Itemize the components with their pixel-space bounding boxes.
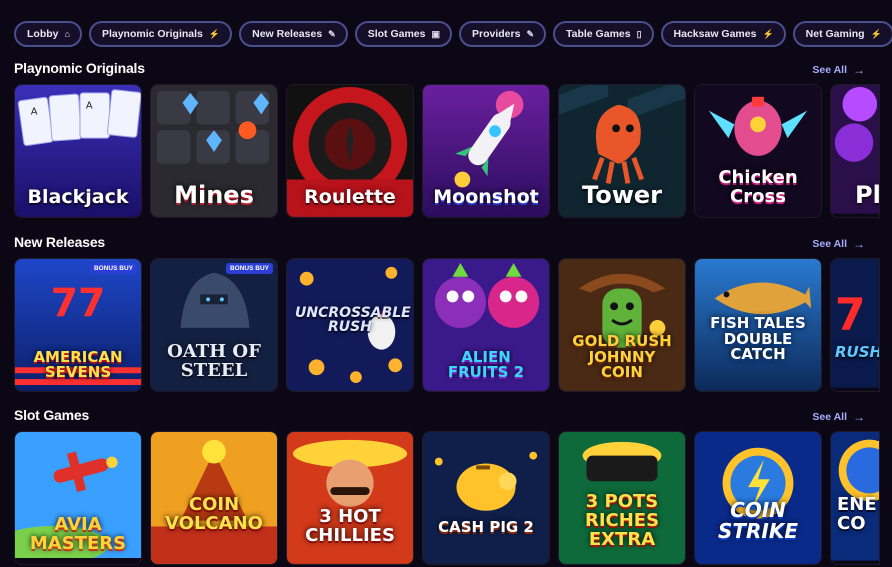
game-title: RUSH <box>835 343 880 362</box>
bonus-buy-badge: BONUS BUY <box>225 263 273 274</box>
game-tile[interactable]: Mines <box>150 84 278 218</box>
game-title: 3 HOT CHILLIES <box>305 506 395 547</box>
pill-playnomic-originals[interactable]: Playnomic Originals ⚡ <box>88 21 233 47</box>
section-title: New Releases <box>14 234 105 250</box>
slot-machine-icon: ▣ <box>431 28 440 39</box>
game-tile[interactable]: Tower <box>558 84 686 218</box>
game-thumbnail <box>423 432 549 564</box>
game-tile[interactable]: UNCROSSABLE RUSH <box>286 258 414 392</box>
bonus-buy-badge: BONUS BUY <box>89 263 137 274</box>
see-all-label: See All <box>812 238 847 250</box>
game-title: CASH PIG 2 <box>438 518 534 537</box>
lightning-icon: ⚡ <box>870 28 882 39</box>
game-tile[interactable]: 3 HOT CHILLIES <box>286 431 414 565</box>
game-title: COIN STRIKE <box>717 498 799 543</box>
svg-text:A: A <box>86 101 93 112</box>
lightning-icon: ⚡ <box>762 28 774 39</box>
home-icon: ⌂ <box>64 29 70 39</box>
game-tile[interactable]: 3 POTS RICHES EXTRA <box>558 431 686 565</box>
section-title: Playnomic Originals <box>14 60 145 76</box>
svg-text:77: 77 <box>51 280 106 326</box>
pill-hacksaw-games[interactable]: Hacksaw Games ⚡ <box>660 21 786 47</box>
pill-label: Lobby <box>27 28 59 40</box>
lightning-icon: ⚡ <box>208 28 221 39</box>
pill-new-releases[interactable]: New Releases ✎ <box>239 21 348 47</box>
category-pills: Lobby ⌂ Playnomic Originals ⚡ New Releas… <box>14 21 892 47</box>
pill-label: Net Gaming <box>805 28 865 40</box>
arrow-right-icon: → <box>853 237 865 251</box>
game-tile[interactable]: ALIEN FRUITS 2 <box>422 258 550 392</box>
game-thumbnail: 7 <box>831 259 879 388</box>
see-all-link[interactable]: See All → <box>812 237 865 251</box>
game-title: ENE CO <box>837 494 877 535</box>
pill-net-gaming[interactable]: Net Gaming ⚡ <box>792 21 892 47</box>
game-tile[interactable]: Pl <box>830 84 880 218</box>
card-icon: ▯ <box>636 28 642 39</box>
pill-providers[interactable]: Providers ✎ <box>459 21 546 47</box>
game-title: AMERICAN SEVENS <box>33 347 123 382</box>
pill-label: Providers <box>472 28 521 40</box>
game-title: Pl <box>855 181 880 209</box>
game-title: Chicken Cross <box>718 167 798 208</box>
game-title: AVIA MASTERS <box>29 514 127 555</box>
game-tile[interactable]: A A Blackjack <box>14 84 142 218</box>
pencil-icon: ✎ <box>526 28 534 39</box>
see-all-link[interactable]: See All → <box>812 63 865 77</box>
game-row-originals: A A Blackjack Mines Roulette Moonshot To… <box>14 84 880 218</box>
see-all-label: See All <box>812 64 847 76</box>
pencil-icon: ✎ <box>328 28 336 39</box>
pill-table-games[interactable]: Table Games ▯ <box>553 21 654 47</box>
game-tile[interactable]: COIN STRIKE <box>694 431 822 565</box>
game-title: Blackjack <box>27 186 129 208</box>
pill-label: New Releases <box>252 28 323 40</box>
pill-label: Slot Games <box>367 28 426 40</box>
game-title: 3 POTS RICHES EXTRA <box>584 491 660 551</box>
section-title: Slot Games <box>14 407 90 423</box>
game-title: Roulette <box>304 186 396 208</box>
category-nav: Lobby ⌂ Playnomic Originals ⚡ New Releas… <box>0 0 892 68</box>
game-title: UNCROSSABLE RUSH <box>295 304 411 336</box>
game-tile[interactable]: AVIA MASTERS <box>14 431 142 565</box>
game-tile[interactable]: ENE CO <box>830 431 880 565</box>
game-title: GOLD RUSH JOHNNY COIN <box>572 331 672 382</box>
game-tile[interactable]: Chicken Cross <box>694 84 822 218</box>
svg-text:A: A <box>31 107 38 118</box>
pill-label: Hacksaw Games <box>673 28 757 40</box>
see-all-link[interactable]: See All → <box>812 410 865 424</box>
game-title: OATH OF STEEL <box>167 341 261 382</box>
see-all-label: See All <box>812 411 847 423</box>
game-title: ALIEN FRUITS 2 <box>447 347 525 382</box>
game-tile[interactable]: GOLD RUSH JOHNNY COIN <box>558 258 686 392</box>
pill-slot-games[interactable]: Slot Games ▣ <box>354 21 452 47</box>
game-tile[interactable]: Moonshot <box>422 84 550 218</box>
game-tile[interactable]: Roulette <box>286 84 414 218</box>
game-title: Mines <box>174 181 254 209</box>
game-tile[interactable]: CASH PIG 2 <box>422 431 550 565</box>
game-row-new-releases: 77 BONUS BUY AMERICAN SEVENS BONUS BUY O… <box>14 258 880 392</box>
game-tile[interactable]: COIN VOLCANO <box>150 431 278 565</box>
game-tile[interactable]: 77 BONUS BUY AMERICAN SEVENS <box>14 258 142 392</box>
game-title: COIN VOLCANO <box>165 494 263 535</box>
pill-label: Playnomic Originals <box>101 28 203 40</box>
pill-lobby[interactable]: Lobby ⌂ <box>14 21 82 47</box>
pill-label: Table Games <box>566 28 631 40</box>
game-tile[interactable]: FISH TALES DOUBLE CATCH <box>694 258 822 392</box>
game-tile[interactable]: 7 RUSH <box>830 258 880 392</box>
svg-text:7: 7 <box>835 290 866 341</box>
arrow-right-icon: → <box>853 63 865 77</box>
game-title: FISH TALES DOUBLE CATCH <box>710 313 806 364</box>
arrow-right-icon: → <box>853 410 865 424</box>
game-row-slot-games: AVIA MASTERS COIN VOLCANO 3 HOT CHILLIES… <box>14 431 880 565</box>
game-tile[interactable]: BONUS BUY OATH OF STEEL <box>150 258 278 392</box>
game-title: Tower <box>582 181 662 209</box>
game-title: Moonshot <box>433 186 539 208</box>
